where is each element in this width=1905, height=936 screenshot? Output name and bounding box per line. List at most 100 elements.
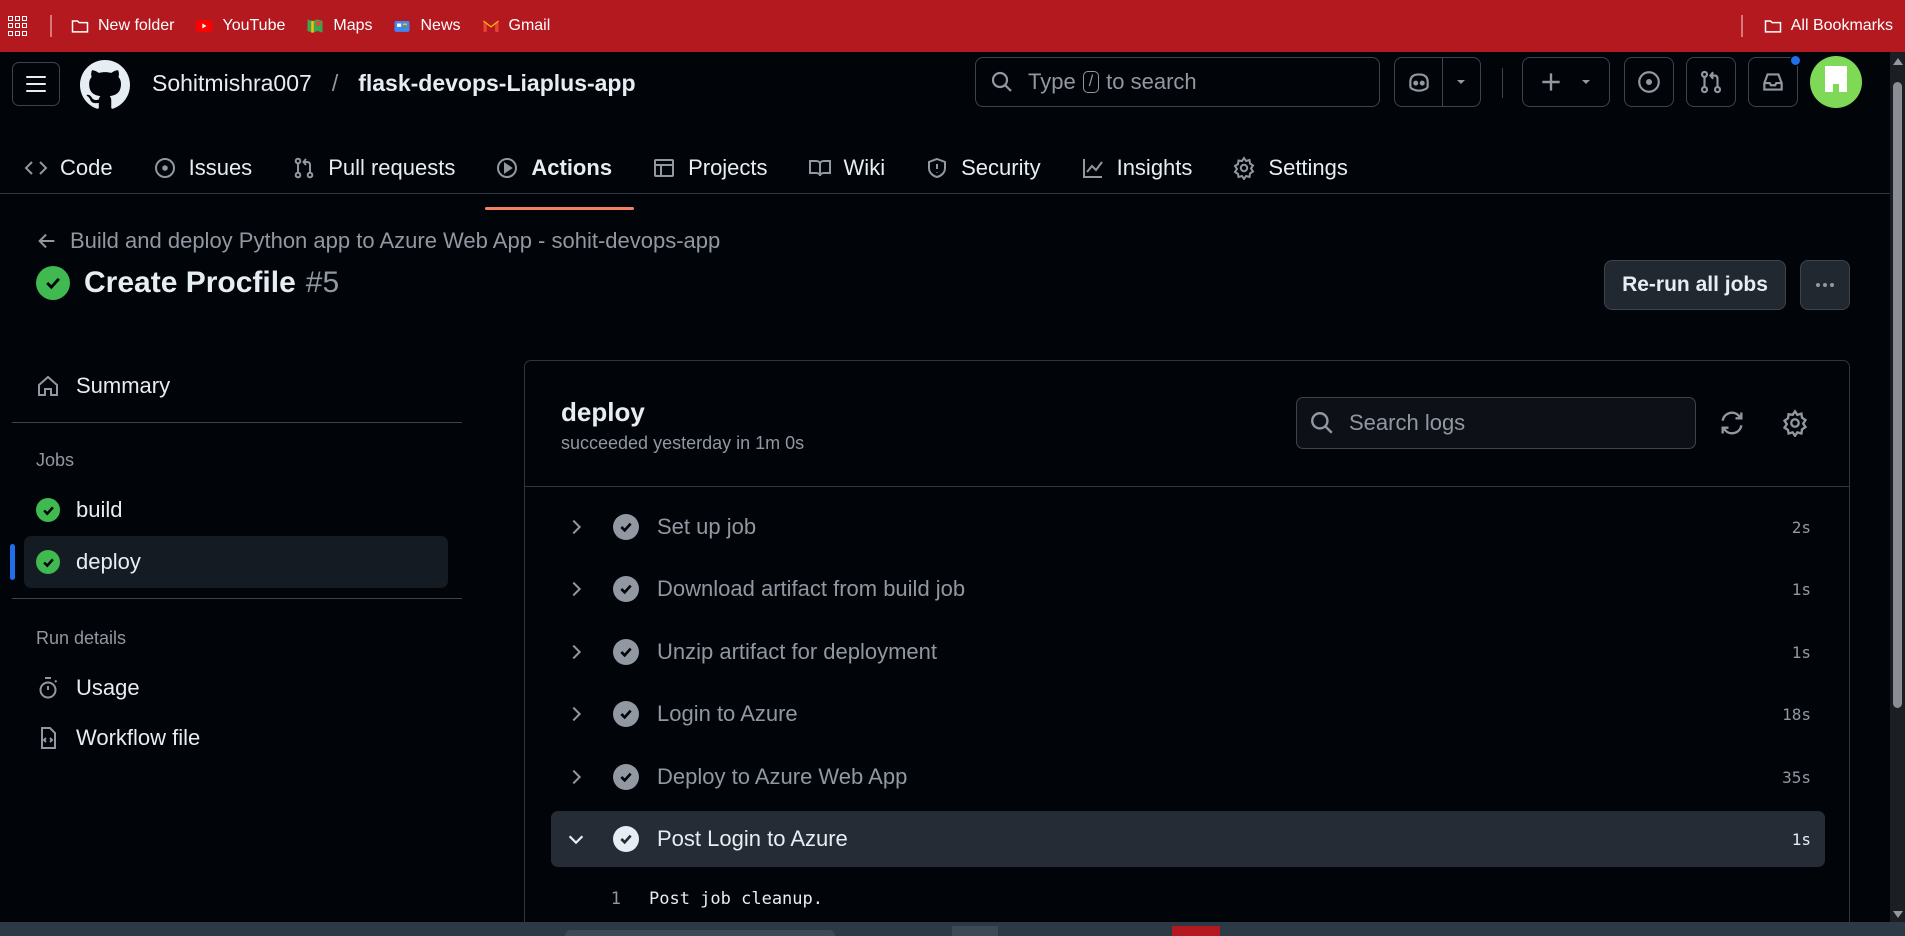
workflow-name: Build and deploy Python app to Azure Web… [70,228,721,253]
tab-label: Wiki [843,155,886,180]
search-suffix: to search [1106,69,1197,94]
menu-button[interactable] [12,62,60,106]
log-step-download-artifact[interactable]: Download artifact from build job 1s [551,561,1825,617]
step-name: Set up job [657,514,757,539]
job-status: succeeded yesterday in 1m 0s [561,433,805,453]
log-step-post-login-to-azure[interactable]: Post Login to Azure 1s [551,811,1825,867]
sidebar-item-label: deploy [76,549,141,574]
log-step-unzip-artifact[interactable]: Unzip artifact for deployment 1s [551,624,1825,680]
bookmark-maps[interactable]: Maps [305,16,372,36]
rerun-all-jobs-button[interactable]: Re-run all jobs [1604,260,1786,310]
pull-requests-button[interactable] [1686,57,1736,107]
search-prefix: Type [1028,69,1076,94]
tab-issues[interactable]: Issues [129,142,269,194]
bookmark-label: News [420,17,461,34]
page-scrollbar[interactable] [1890,52,1905,922]
file-code-icon [41,727,56,749]
scroll-up-arrow-icon[interactable] [1893,58,1903,65]
copilot-button[interactable] [1394,57,1481,107]
scroll-down-arrow-icon[interactable] [1893,911,1903,918]
tab-security[interactable]: Security [901,142,1056,194]
repo-owner-link[interactable]: Sohitmishra007 [152,70,312,97]
header-divider [1502,68,1503,98]
issue-icon [1638,71,1660,93]
bookmark-gmail[interactable]: Gmail [481,16,550,36]
job-log-panel: deploy succeeded yesterday in 1m 0s Sear… [524,360,1850,936]
create-new-button[interactable] [1522,57,1610,107]
global-search-input[interactable]: Type / to search [975,57,1380,107]
refresh-icon[interactable] [1718,409,1746,437]
breadcrumb-separator: / [331,70,339,96]
pull-request-icon [1700,70,1722,94]
repo-name-link[interactable]: flask-devops-Liaplus-app [358,70,635,97]
step-success-icon [613,639,639,665]
apps-grid-icon[interactable] [8,16,28,36]
tab-label: Security [961,155,1041,180]
bookmark-news[interactable]: News [392,16,461,36]
tab-wiki[interactable]: Wiki [784,142,902,194]
step-duration: 2s [1791,517,1811,537]
step-duration: 18s [1782,704,1811,724]
log-step-login-to-azure[interactable]: Login to Azure 18s [551,686,1825,742]
sidebar-item-label: build [76,497,123,522]
pull-request-icon [294,157,314,179]
step-duration: 1s [1791,579,1811,599]
bookmark-youtube[interactable]: YouTube [194,16,285,36]
search-icon [1311,412,1333,434]
tab-label: Actions [531,155,613,180]
scrollbar-thumb[interactable] [1893,82,1902,708]
inbox-button[interactable] [1748,55,1801,107]
success-check-icon [36,266,70,300]
book-icon [808,160,831,177]
all-bookmarks-label: All Bookmarks [1790,17,1893,34]
tab-code[interactable]: Code [0,142,129,194]
taskbar-app[interactable] [952,926,998,936]
success-check-icon [36,498,60,522]
run-title-text: Create Procfile [84,266,296,299]
workflow-back-link[interactable]: Build and deploy Python app to Azure Web… [36,228,720,254]
step-name: Post Login to Azure [657,826,848,851]
taskbar-search[interactable] [565,930,835,936]
gear-icon[interactable] [1781,409,1809,437]
github-logo-icon[interactable] [80,60,130,110]
chevron-right-icon [572,519,582,535]
log-step-set-up-job[interactable]: Set up job 2s [551,499,1825,555]
log-header: deploy succeeded yesterday in 1m 0s Sear… [525,361,1849,487]
kebab-horizontal-icon [1816,283,1834,287]
gear-icon [1234,156,1255,180]
taskbar-app[interactable] [1172,926,1220,936]
search-logs-input[interactable]: Search logs [1296,397,1696,449]
global-header: Sohitmishra007 / flask-devops-Liaplus-ap… [0,52,1890,210]
user-avatar[interactable] [1810,56,1862,108]
sidebar-item-deploy[interactable]: deploy [10,536,448,588]
all-bookmarks[interactable]: All Bookmarks [1740,0,1893,52]
sidebar-item-workflow-file[interactable]: Workflow file [24,712,448,764]
table-icon [654,159,675,177]
step-success-icon [613,576,639,602]
more-options-button[interactable] [1800,260,1850,310]
log-step-deploy-to-azure[interactable]: Deploy to Azure Web App 35s [551,749,1825,805]
sidebar-item-summary[interactable]: Summary [24,360,448,412]
tab-settings[interactable]: Settings [1208,142,1364,194]
code-icon [24,161,48,175]
tab-projects[interactable]: Projects [628,142,783,194]
tab-insights[interactable]: Insights [1057,142,1209,194]
chevron-right-icon [572,581,582,597]
job-title: deploy [561,397,645,427]
step-name: Download artifact from build job [657,576,966,601]
tab-pull-requests[interactable]: Pull requests [268,142,471,194]
sidebar-item-build[interactable]: build [24,484,448,536]
log-line-text: Post job cleanup. [649,889,823,909]
search-shortcut-key: / [1082,71,1100,93]
issues-button[interactable] [1624,57,1674,107]
step-name: Unzip artifact for deployment [657,639,938,664]
tab-label: Projects [688,155,768,180]
log-line-number[interactable]: 1 [585,889,621,909]
bookmark-new-folder[interactable]: New folder [70,16,174,36]
sidebar-item-usage[interactable]: Usage [24,662,448,714]
home-icon [38,375,58,396]
tab-label: Issues [188,155,253,180]
step-name: Login to Azure [657,701,798,726]
sidebar-item-label: Summary [76,373,171,398]
tab-actions[interactable]: Actions [471,142,634,210]
